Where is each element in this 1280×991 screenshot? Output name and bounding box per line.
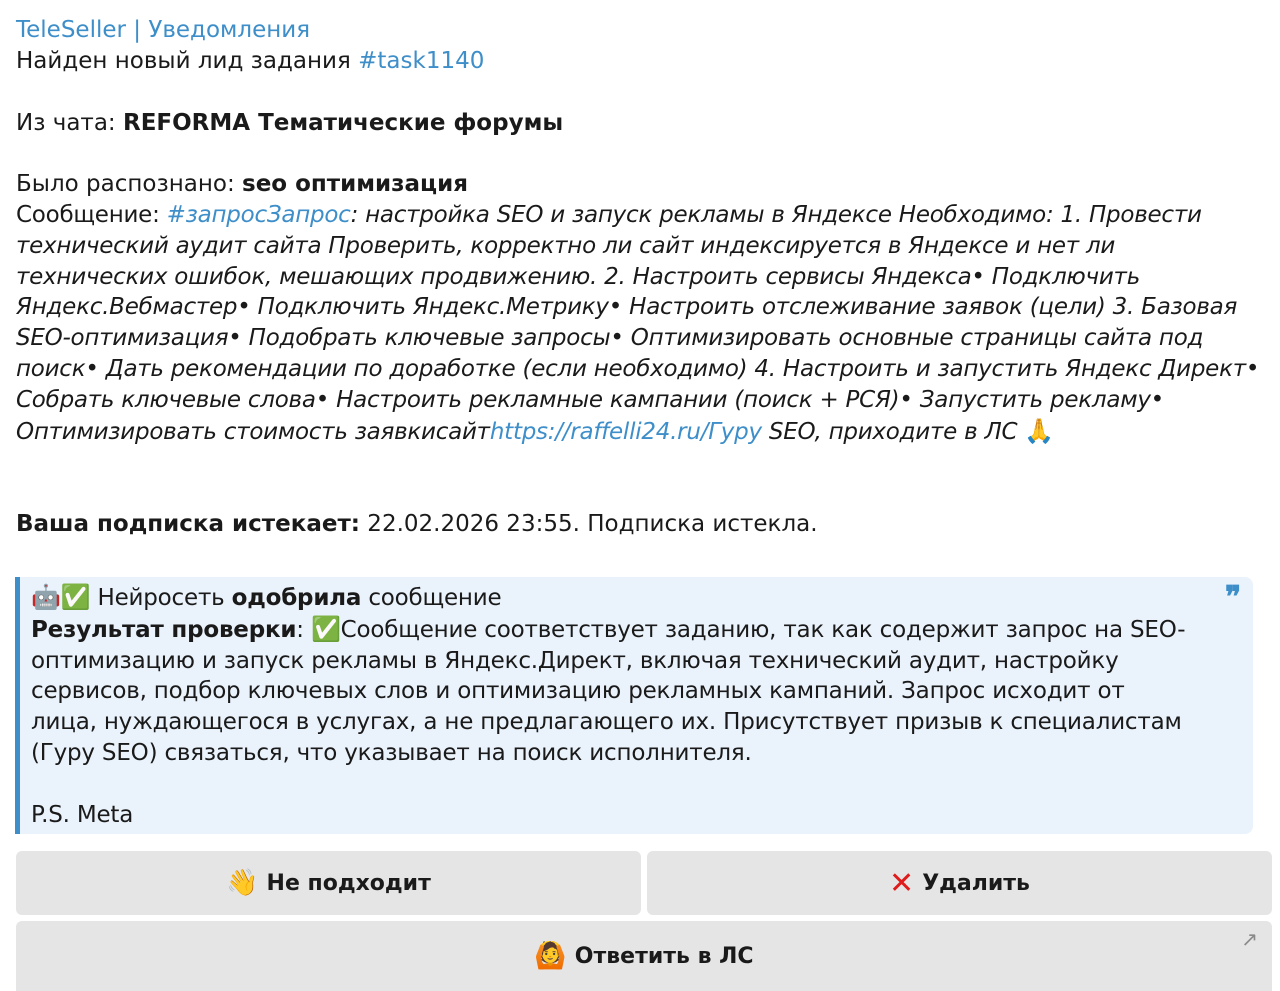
recognized-label: Было распознано: (16, 171, 243, 198)
reply-dm-button[interactable]: ↗ 🙆 Ответить в ЛС (16, 921, 1272, 991)
message-label: Сообщение: (16, 201, 167, 228)
ai-check-quote: ❞ 🤖✅ Нейросеть одобрила сообщение Резуль… (15, 577, 1253, 834)
delete-label: Удалить (922, 870, 1030, 896)
delete-button[interactable]: ✕ Удалить (647, 851, 1272, 915)
message-link[interactable]: https://raffelli24.ru/Гуру (490, 419, 762, 445)
task-hashtag[interactable]: #task1140 (358, 48, 484, 74)
message-body: : настройка SEO и запуск рекламы в Яндек… (16, 201, 1260, 445)
verdict-pre: Нейросеть (90, 585, 232, 611)
ai-verdict-line: 🤖✅ Нейросеть одобрила сообщение (31, 582, 1193, 614)
subscription-label: Ваша подписка истекает: (16, 510, 360, 537)
verdict-post: сообщение (361, 585, 502, 611)
message-tail: SEO, приходите в ЛС (761, 418, 1025, 445)
chat-line: Из чата: REFORMA Тематические форумы (16, 108, 1272, 139)
person-gesture-icon: 🙆 (534, 941, 567, 971)
message-hashtag[interactable]: #запросЗапрос (167, 202, 351, 228)
not-fit-button[interactable]: 👋 Не подходит (16, 851, 641, 915)
sender-name[interactable]: TeleSeller | Уведомления (16, 14, 1272, 46)
reply-dm-label: Ответить в ЛС (574, 943, 754, 969)
recognized-line: Было распознано: seo оптимизация (16, 169, 1272, 200)
recognized-value: seo оптимизация (242, 171, 468, 198)
waving-hand-icon: 👋 (226, 868, 259, 898)
quote-icon: ❞ (1225, 580, 1241, 615)
subscription-line: Ваша подписка истекает: 22.02.2026 23:55… (16, 509, 1272, 540)
result-label: Результат проверки (31, 616, 297, 643)
verdict-bold: одобрила (231, 585, 362, 611)
notification-message: TeleSeller | Уведомления Найден новый ли… (16, 14, 1272, 540)
chat-label: Из чата: (16, 109, 123, 136)
lead-line: Найден новый лид задания #task1140 (16, 46, 1272, 77)
check-icon: ✅ (60, 583, 91, 611)
cross-mark-icon: ✕ (889, 865, 915, 901)
ps-line: P.S. Meta (31, 801, 134, 828)
result-check-icon: ✅ (310, 614, 341, 643)
message-content: Сообщение: #запросЗапрос: настройка SEO … (16, 200, 1272, 447)
robot-icon: 🤖 (31, 583, 61, 611)
check-result: Результат проверки: ✅Сообщение соответст… (31, 614, 1193, 769)
external-link-arrow-icon: ↗ (1241, 927, 1258, 951)
result-colon: : (296, 616, 311, 643)
pray-icon: 🙏 (1024, 416, 1054, 445)
not-fit-label: Не подходит (266, 870, 431, 896)
lead-text: Найден новый лид задания (16, 48, 359, 74)
subscription-value: 22.02.2026 23:55. Подписка истекла. (360, 510, 818, 537)
chat-name: REFORMA Тематические форумы (122, 109, 564, 136)
